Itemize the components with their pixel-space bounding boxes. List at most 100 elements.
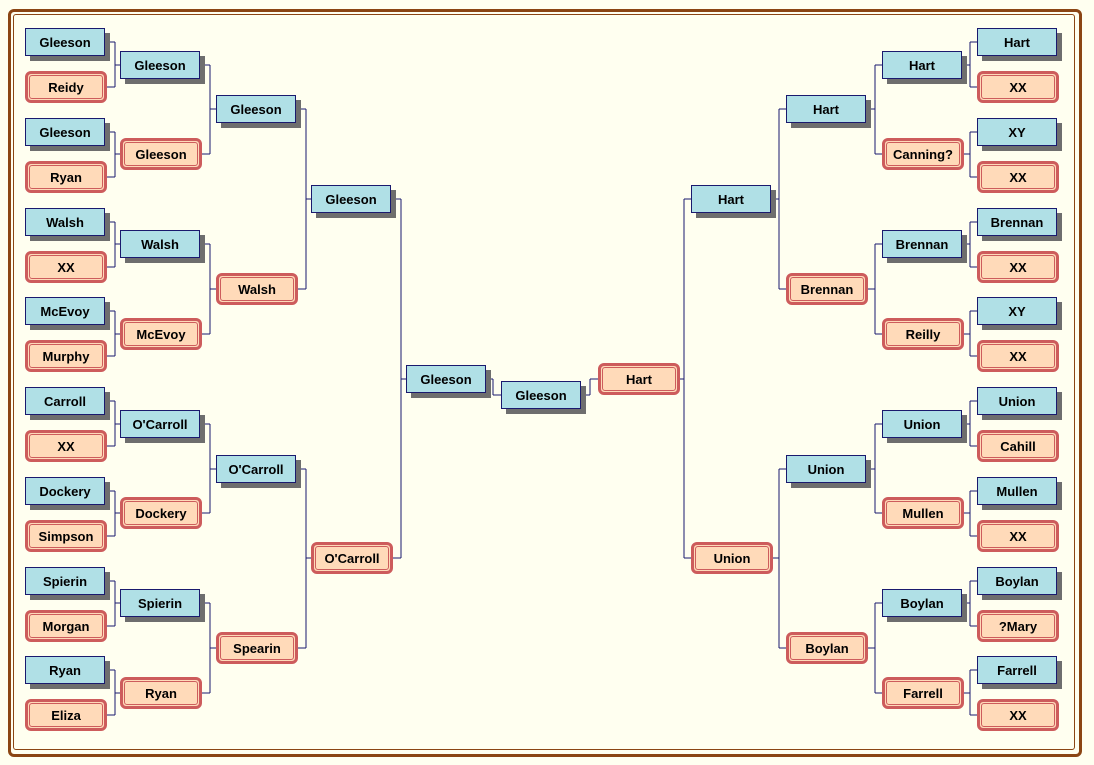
center-person[interactable]: Gleeson (501, 381, 581, 409)
father-side-gen4-person[interactable]: McEvoy (120, 318, 202, 350)
mother-side-gen4-person[interactable]: Mullen (882, 497, 964, 529)
person-name: Reilly (905, 326, 941, 342)
father-side-gen3-person[interactable]: Spearin (216, 632, 298, 664)
mother-side-gen5-person[interactable]: Brennan (977, 208, 1057, 236)
person-name: Reidy (48, 79, 84, 95)
father-side-gen5-person[interactable]: Eliza (25, 699, 107, 731)
father-side-gen5-person[interactable]: Dockery (25, 477, 105, 505)
person-name: Union (903, 416, 941, 432)
person-name: XX (1009, 348, 1027, 364)
father-side-gen5-person[interactable]: Carroll (25, 387, 105, 415)
father-side-gen5-person[interactable]: Reidy (25, 71, 107, 103)
mother-side-gen5-person[interactable]: XX (977, 340, 1059, 372)
father-side-gen5-person[interactable]: XX (25, 251, 107, 283)
father-side-gen3-person[interactable]: O'Carroll (216, 455, 296, 483)
mother-side-gen4-person[interactable]: Union (882, 410, 962, 438)
person-name: Gleeson (135, 146, 187, 162)
mother-side-gen5-person[interactable]: XX (977, 251, 1059, 283)
person-name: Hart (1003, 34, 1030, 50)
person-name: Brennan (895, 236, 949, 252)
person-name: Gleeson (420, 371, 472, 387)
mother-side-gen3-person[interactable]: Brennan (786, 273, 868, 305)
person-name: Cahill (1000, 438, 1036, 454)
father-side-gen4-person[interactable]: Gleeson (120, 51, 200, 79)
mother-side-root-person[interactable]: Hart (598, 363, 680, 395)
father-side-gen5-person[interactable]: Ryan (25, 161, 107, 193)
person-name: Brennan (990, 214, 1044, 230)
father-side-gen4-person[interactable]: O'Carroll (120, 410, 200, 438)
father-side-gen5-person[interactable]: Gleeson (25, 28, 105, 56)
mother-side-gen5-person[interactable]: Union (977, 387, 1057, 415)
person-name: Gleeson (39, 34, 91, 50)
person-name: Farrell (997, 662, 1037, 678)
father-side-gen4-person[interactable]: Spierin (120, 589, 200, 617)
mother-side-gen5-person[interactable]: Cahill (977, 430, 1059, 462)
father-side-gen5-person[interactable]: Walsh (25, 208, 105, 236)
mother-side-gen4-person[interactable]: Farrell (882, 677, 964, 709)
mother-side-gen5-person[interactable]: XX (977, 699, 1059, 731)
mother-side-gen5-person[interactable]: Mullen (977, 477, 1057, 505)
mother-side-gen4-person[interactable]: Hart (882, 51, 962, 79)
person-name: Brennan (800, 281, 854, 297)
father-side-gen5-person[interactable]: McEvoy (25, 297, 105, 325)
mother-side-gen5-person[interactable]: XY (977, 118, 1057, 146)
father-side-gen3-person[interactable]: Walsh (216, 273, 298, 305)
mother-side-gen5-person[interactable]: XX (977, 71, 1059, 103)
mother-side-gen4-person[interactable]: Reilly (882, 318, 964, 350)
person-name: Dockery (39, 483, 91, 499)
person-name: Gleeson (515, 387, 567, 403)
father-side-gen5-person[interactable]: Morgan (25, 610, 107, 642)
person-name: Ryan (50, 169, 82, 185)
person-name: Walsh (141, 236, 179, 252)
person-name: Union (807, 461, 845, 477)
mother-side-gen2-person[interactable]: Hart (691, 185, 771, 213)
person-name: Spearin (233, 640, 281, 656)
person-name: XX (1009, 79, 1027, 95)
mother-side-gen4-person[interactable]: Boylan (882, 589, 962, 617)
mother-side-gen5-person[interactable]: XY (977, 297, 1057, 325)
person-name: Canning? (893, 146, 953, 162)
mother-side-gen4-person[interactable]: Canning? (882, 138, 964, 170)
person-name: Murphy (42, 348, 90, 364)
mother-side-gen5-person[interactable]: Hart (977, 28, 1057, 56)
mother-side-gen3-person[interactable]: Boylan (786, 632, 868, 664)
father-side-gen4-person[interactable]: Ryan (120, 677, 202, 709)
person-name: Farrell (903, 685, 943, 701)
mother-side-gen5-person[interactable]: XX (977, 520, 1059, 552)
father-side-gen5-person[interactable]: Gleeson (25, 118, 105, 146)
father-side-gen3-person[interactable]: Gleeson (216, 95, 296, 123)
father-side-gen5-person[interactable]: Murphy (25, 340, 107, 372)
father-side-gen2-person[interactable]: Gleeson (311, 185, 391, 213)
father-side-gen5-person[interactable]: Ryan (25, 656, 105, 684)
father-side-gen2-person[interactable]: O'Carroll (311, 542, 393, 574)
father-side-gen5-person[interactable]: XX (25, 430, 107, 462)
mother-side-gen5-person[interactable]: Boylan (977, 567, 1057, 595)
person-name: Carroll (44, 393, 86, 409)
father-side-gen4-person[interactable]: Dockery (120, 497, 202, 529)
mother-side-gen2-person[interactable]: Union (691, 542, 773, 574)
person-name: Spierin (42, 573, 88, 589)
person-name: Mullen (902, 505, 944, 521)
person-name: McEvoy (40, 303, 90, 319)
mother-side-gen3-person[interactable]: Hart (786, 95, 866, 123)
father-side-gen4-person[interactable]: Walsh (120, 230, 200, 258)
mother-side-gen5-person[interactable]: XX (977, 161, 1059, 193)
father-side-gen4-person[interactable]: Gleeson (120, 138, 202, 170)
person-name: Gleeson (325, 191, 377, 207)
person-name: Hart (812, 101, 839, 117)
person-name: Spierin (137, 595, 183, 611)
father-side-root-person[interactable]: Gleeson (406, 365, 486, 393)
person-name: Dockery (135, 505, 187, 521)
person-name: Gleeson (39, 124, 91, 140)
mother-side-gen5-person[interactable]: Farrell (977, 656, 1057, 684)
mother-side-gen5-person[interactable]: ?Mary (977, 610, 1059, 642)
person-name: Boylan (805, 640, 849, 656)
father-side-gen5-person[interactable]: Spierin (25, 567, 105, 595)
person-name: Hart (717, 191, 744, 207)
mother-side-gen4-person[interactable]: Brennan (882, 230, 962, 258)
father-side-gen5-person[interactable]: Simpson (25, 520, 107, 552)
person-name: Simpson (38, 528, 94, 544)
person-name: Morgan (42, 618, 90, 634)
mother-side-gen3-person[interactable]: Union (786, 455, 866, 483)
person-name: XX (1009, 169, 1027, 185)
